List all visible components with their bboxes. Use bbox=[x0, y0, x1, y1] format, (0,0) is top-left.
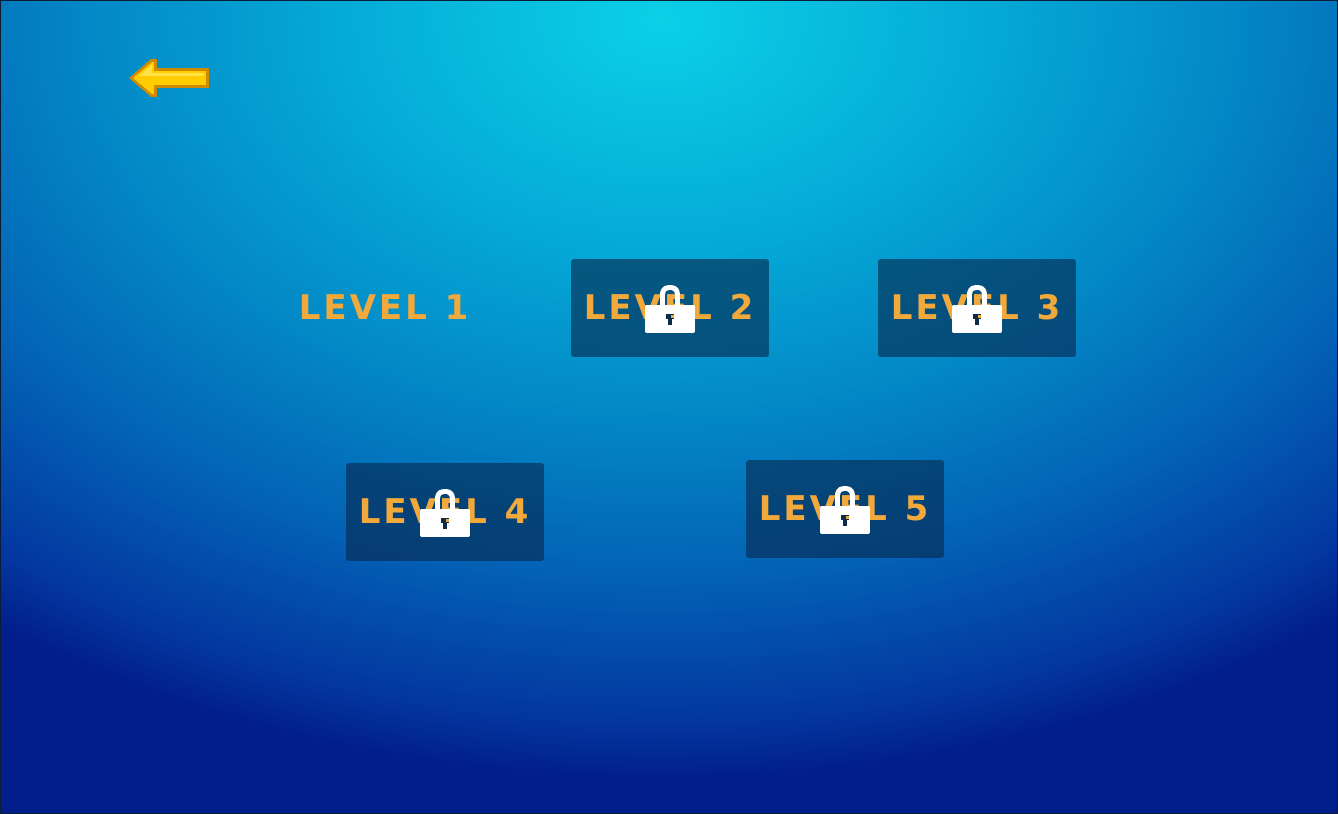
arrow-left-icon bbox=[129, 59, 209, 97]
back-button[interactable] bbox=[127, 57, 211, 99]
level-4-button[interactable]: LEVEL 4 bbox=[346, 463, 544, 561]
level-1-label: LEVEL 1 bbox=[298, 288, 472, 328]
level-5-button[interactable]: LEVEL 5 bbox=[746, 460, 944, 558]
lock-icon bbox=[645, 283, 695, 333]
level-2-button[interactable]: LEVEL 2 bbox=[571, 259, 769, 357]
level-1-button[interactable]: LEVEL 1 bbox=[286, 259, 484, 357]
level-3-button[interactable]: LEVEL 3 bbox=[878, 259, 1076, 357]
level-select-screen: LEVEL 1 LEVEL 2 LEVEL 3 LEVEL bbox=[0, 0, 1338, 814]
lock-icon bbox=[952, 283, 1002, 333]
lock-icon bbox=[820, 484, 870, 534]
lock-icon bbox=[420, 487, 470, 537]
